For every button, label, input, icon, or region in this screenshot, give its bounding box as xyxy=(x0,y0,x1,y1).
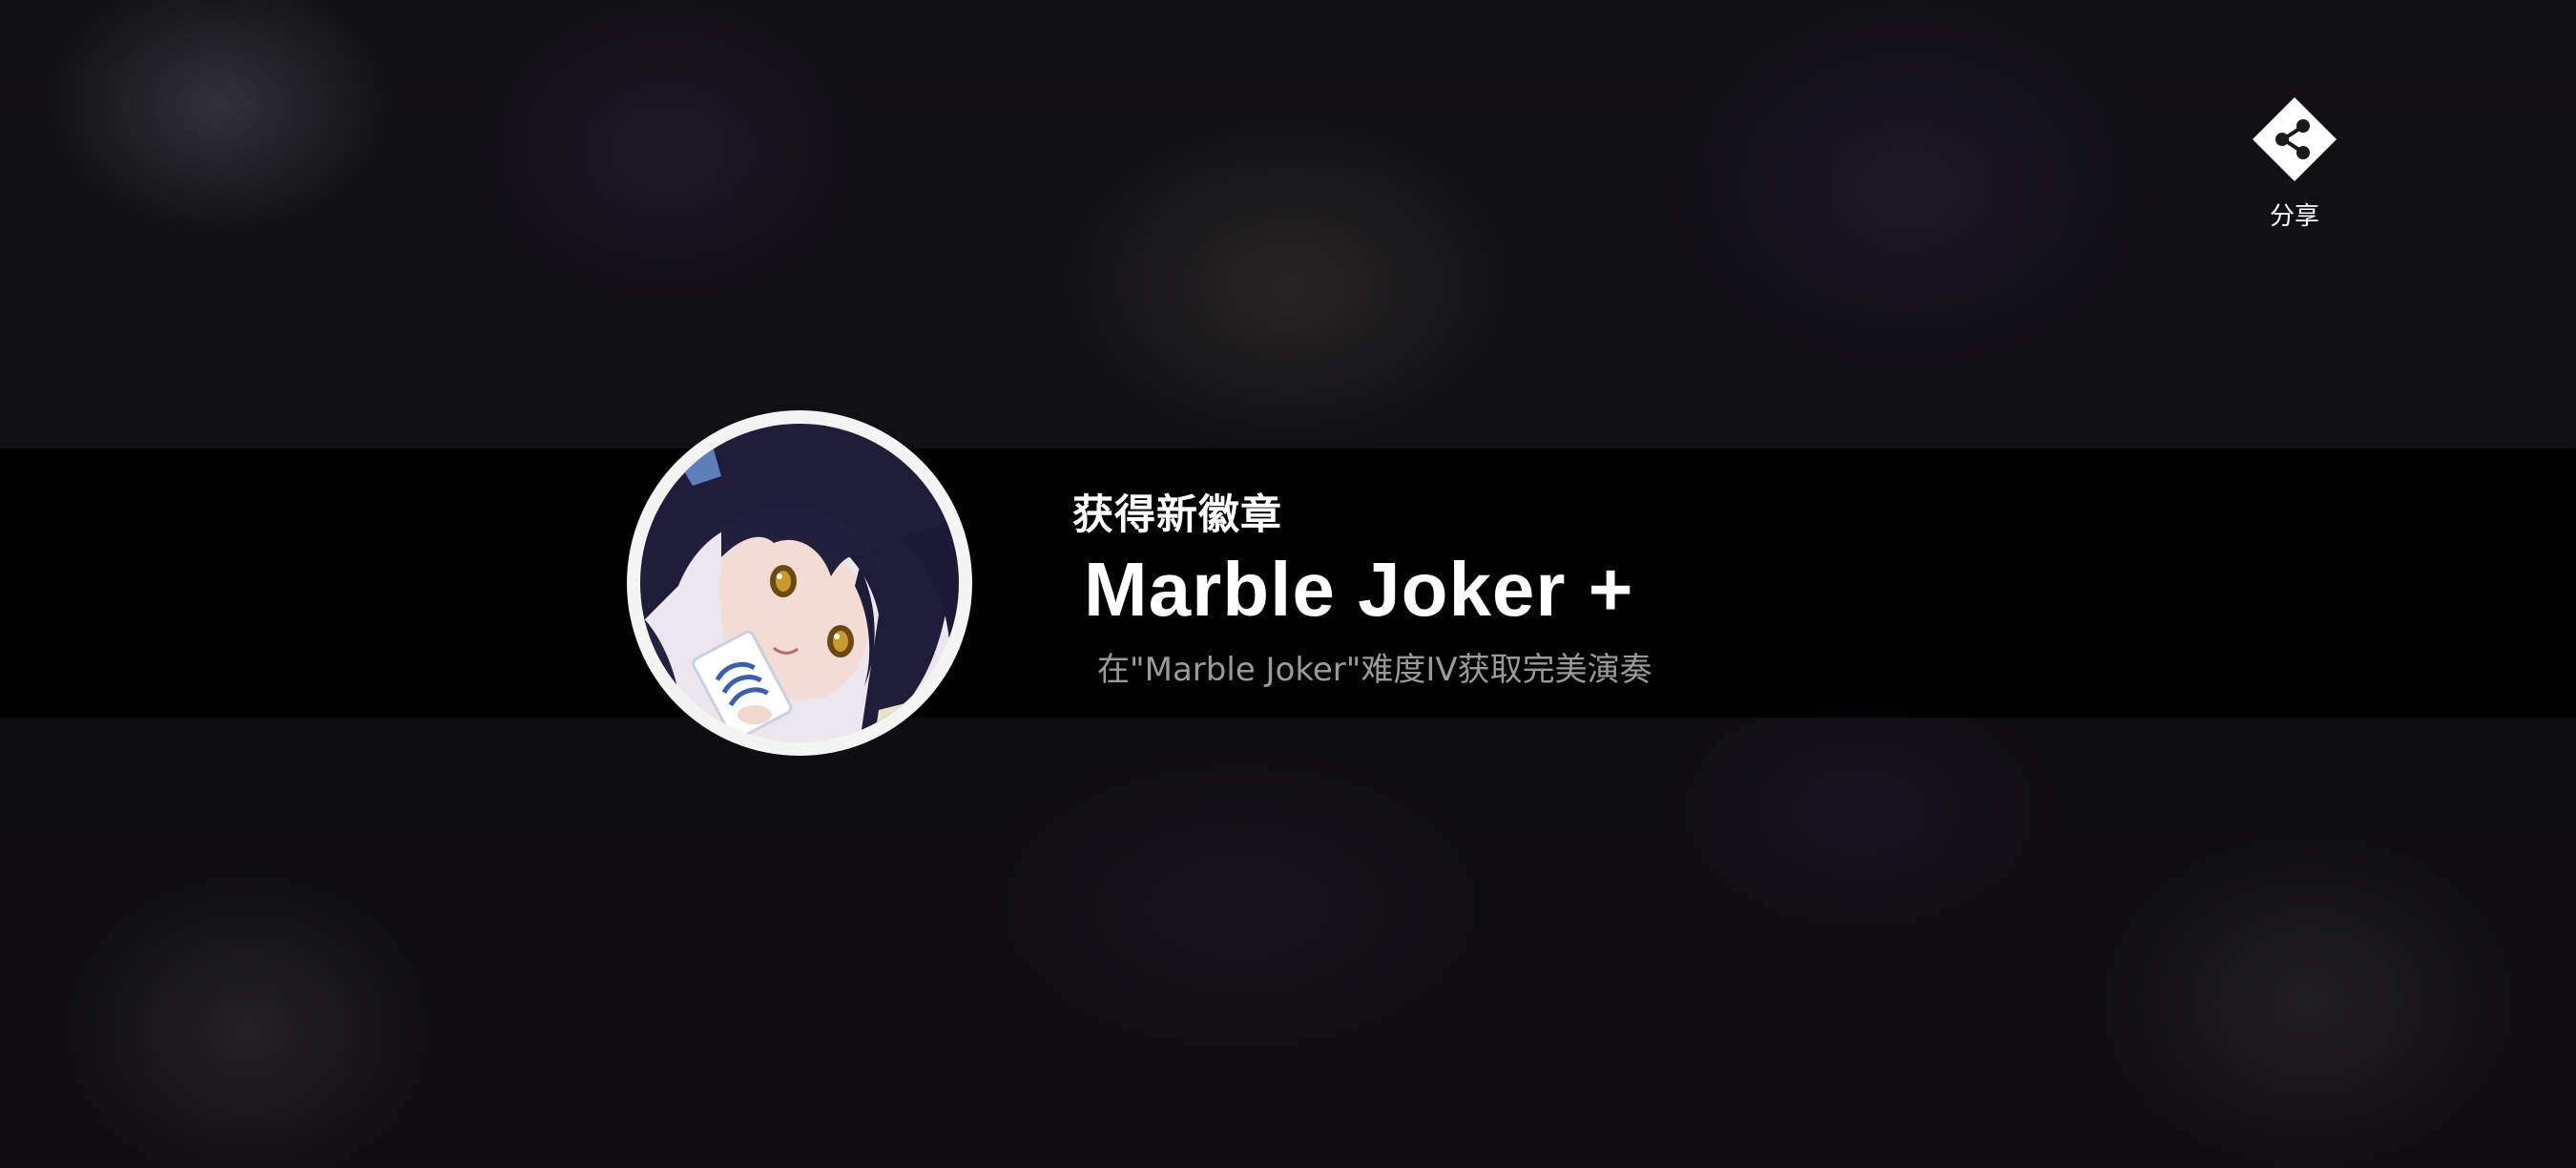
badge-name: Marble Joker + xyxy=(1084,547,1634,632)
badge-artwork xyxy=(640,424,959,742)
new-badge-header: 获得新徽章 xyxy=(1072,491,1282,539)
badge-image xyxy=(627,410,972,756)
share-icon xyxy=(2253,97,2337,181)
badge-description: 在"Marble Joker"难度IV获取完美演奏 xyxy=(1097,651,1652,689)
share-label: 分享 xyxy=(2269,202,2319,231)
badge-unlock-screen: 获得新徽章 Marble Joker + 在"Marble Joker"难度IV… xyxy=(0,0,2576,1168)
share-button[interactable]: 分享 xyxy=(2233,88,2357,231)
